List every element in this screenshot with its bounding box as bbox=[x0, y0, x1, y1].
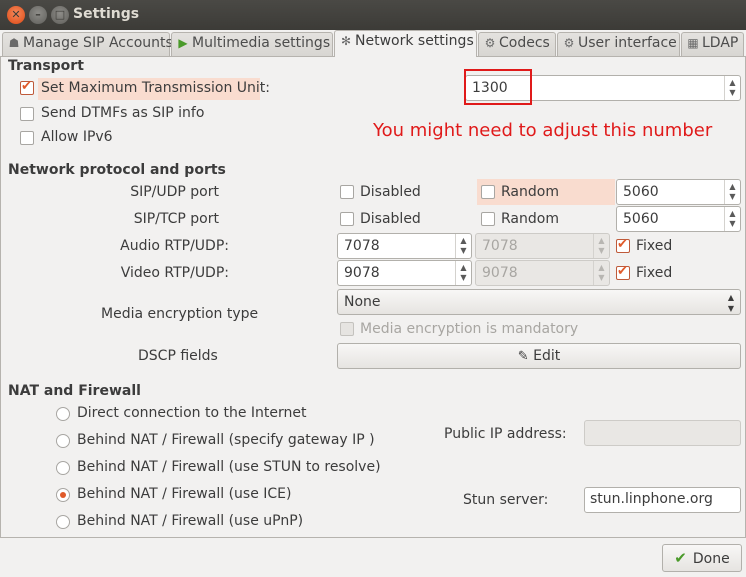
nat-option-stun-radio[interactable] bbox=[56, 461, 70, 475]
maximize-icon[interactable]: □ bbox=[51, 6, 69, 24]
tab-network-settings[interactable]: ✻ Network settings bbox=[334, 30, 477, 57]
tab-codecs[interactable]: ⚙ Codecs bbox=[478, 32, 556, 56]
nat-option-direct-label: Direct connection to the Internet bbox=[77, 405, 307, 421]
spin-arrows-icon: ▲ ▼ bbox=[593, 261, 609, 285]
sip-tcp-disabled-checkbox[interactable] bbox=[340, 212, 354, 226]
tab-manage-sip-accounts[interactable]: ☗ Manage SIP Accounts bbox=[2, 32, 173, 56]
gear-icon: ⚙ bbox=[563, 36, 575, 50]
mtu-checkbox[interactable] bbox=[20, 79, 34, 95]
media-encryption-mandatory-label: Media encryption is mandatory bbox=[360, 321, 579, 337]
nat-option-direct-radio[interactable] bbox=[56, 407, 70, 421]
tab-bar: ☗ Manage SIP Accounts ▶ Multimedia setting… bbox=[0, 30, 746, 57]
public-ip-label: Public IP address: bbox=[444, 426, 567, 442]
spin-arrows-icon[interactable]: ▲ ▼ bbox=[455, 234, 471, 258]
done-button[interactable]: ✔ Done bbox=[662, 544, 742, 572]
media-encryption-select[interactable]: None ▲ ▼ bbox=[337, 289, 741, 315]
media-encryption-label: Media encryption type bbox=[101, 306, 259, 322]
sip-tcp-disabled-label: Disabled bbox=[360, 211, 421, 227]
spin-arrows-icon[interactable]: ▲ ▼ bbox=[724, 76, 740, 100]
pencil-icon: ✎ bbox=[517, 349, 529, 364]
sip-tcp-port-input[interactable]: 5060 ▲ ▼ bbox=[616, 206, 741, 232]
mtu-annotation-box bbox=[464, 69, 532, 105]
sip-tcp-port-value: 5060 bbox=[623, 211, 659, 227]
network-settings-panel: Transport Set Maximum Transmission Unit:… bbox=[0, 56, 746, 538]
dtmf-checkbox[interactable] bbox=[20, 107, 34, 121]
sip-tcp-random-checkbox[interactable] bbox=[481, 212, 495, 226]
media-encryption-mandatory-checkbox bbox=[340, 322, 354, 336]
sip-tcp-label: SIP/TCP port bbox=[133, 211, 219, 227]
nat-option-upnp-label: Behind NAT / Firewall (use uPnP) bbox=[77, 513, 304, 529]
sip-udp-disabled-label: Disabled bbox=[360, 184, 421, 200]
window-title: Settings bbox=[73, 6, 140, 22]
sip-udp-port-input[interactable]: 5060 ▲ ▼ bbox=[616, 179, 741, 205]
spin-arrows-icon: ▲ ▼ bbox=[593, 234, 609, 258]
network-heading: Network protocol and ports bbox=[8, 162, 226, 178]
video-rtp-min-value: 9078 bbox=[344, 265, 380, 281]
ipv6-checkbox[interactable] bbox=[20, 131, 34, 145]
tab-ldap[interactable]: ▦ LDAP bbox=[681, 32, 744, 56]
play-icon: ▶ bbox=[178, 36, 188, 50]
stun-server-input[interactable]: stun.linphone.org bbox=[584, 487, 741, 513]
nat-option-ice-label: Behind NAT / Firewall (use ICE) bbox=[77, 486, 292, 502]
tab-label: User interface bbox=[578, 35, 677, 51]
nat-option-stun-label: Behind NAT / Firewall (use STUN to resol… bbox=[77, 459, 381, 475]
spin-arrows-icon[interactable]: ▲ ▼ bbox=[724, 207, 740, 231]
audio-rtp-max-input: 7078 ▲ ▼ bbox=[475, 233, 610, 259]
public-ip-input bbox=[584, 420, 741, 446]
nat-option-gateway-radio[interactable] bbox=[56, 434, 70, 448]
ipv6-label: Allow IPv6 bbox=[41, 129, 113, 145]
mtu-label: Set Maximum Transmission Unit: bbox=[41, 80, 270, 96]
dropdown-arrows-icon: ▲ ▼ bbox=[727, 293, 734, 313]
video-rtp-min-input[interactable]: 9078 ▲ ▼ bbox=[337, 260, 472, 286]
stun-server-label: Stun server: bbox=[463, 492, 549, 508]
title-bar: ✕ – □ Settings bbox=[0, 0, 746, 30]
audio-rtp-fixed-checkbox[interactable] bbox=[616, 237, 630, 253]
video-rtp-fixed-checkbox[interactable] bbox=[616, 264, 630, 280]
accounts-icon: ☗ bbox=[8, 36, 20, 50]
audio-rtp-label: Audio RTP/UDP: bbox=[120, 238, 229, 254]
audio-rtp-max-value: 7078 bbox=[482, 238, 518, 254]
tab-label: Codecs bbox=[499, 35, 550, 51]
sip-udp-random-label: Random bbox=[501, 184, 559, 200]
ldap-icon: ▦ bbox=[687, 36, 699, 50]
nat-heading: NAT and Firewall bbox=[8, 383, 141, 399]
nat-option-ice-radio[interactable] bbox=[56, 488, 70, 502]
checkmark-icon: ✔ bbox=[674, 549, 687, 567]
dtmf-label: Send DTMFs as SIP info bbox=[41, 105, 205, 121]
dscp-edit-button[interactable]: ✎ Edit bbox=[337, 343, 741, 369]
media-encryption-value: None bbox=[344, 294, 381, 310]
sip-tcp-random-label: Random bbox=[501, 211, 559, 227]
video-rtp-fixed-label: Fixed bbox=[636, 265, 673, 281]
audio-rtp-fixed-label: Fixed bbox=[636, 238, 673, 254]
minimize-icon[interactable]: – bbox=[29, 6, 47, 24]
tab-label: LDAP bbox=[702, 35, 739, 51]
audio-rtp-min-value: 7078 bbox=[344, 238, 380, 254]
nat-option-gateway-label: Behind NAT / Firewall (specify gateway I… bbox=[77, 432, 375, 448]
sip-udp-label: SIP/UDP port bbox=[130, 184, 219, 200]
mtu-annotation-text: You might need to adjust this number bbox=[373, 120, 713, 141]
video-rtp-max-value: 9078 bbox=[482, 265, 518, 281]
audio-rtp-min-input[interactable]: 7078 ▲ ▼ bbox=[337, 233, 472, 259]
codecs-icon: ⚙ bbox=[484, 36, 496, 50]
tab-label: Multimedia settings bbox=[192, 35, 331, 51]
tab-label: Network settings bbox=[355, 33, 474, 49]
done-label: Done bbox=[692, 551, 730, 567]
spin-arrows-icon[interactable]: ▲ ▼ bbox=[724, 180, 740, 204]
spin-arrows-icon[interactable]: ▲ ▼ bbox=[455, 261, 471, 285]
video-rtp-max-input: 9078 ▲ ▼ bbox=[475, 260, 610, 286]
video-rtp-label: Video RTP/UDP: bbox=[120, 265, 229, 281]
sip-udp-disabled-checkbox[interactable] bbox=[340, 185, 354, 199]
tab-label: Manage SIP Accounts bbox=[23, 35, 173, 51]
transport-heading: Transport bbox=[8, 58, 84, 74]
dscp-label: DSCP fields bbox=[138, 348, 218, 364]
network-icon: ✻ bbox=[340, 34, 352, 48]
sip-udp-random-checkbox[interactable] bbox=[481, 185, 495, 199]
stun-server-value: stun.linphone.org bbox=[590, 491, 713, 507]
close-icon[interactable]: ✕ bbox=[7, 6, 25, 24]
dscp-edit-label: Edit bbox=[533, 348, 561, 364]
nat-option-upnp-radio[interactable] bbox=[56, 515, 70, 529]
sip-udp-port-value: 5060 bbox=[623, 184, 659, 200]
tab-multimedia-settings[interactable]: ▶ Multimedia settings bbox=[171, 32, 333, 56]
tab-user-interface[interactable]: ⚙ User interface bbox=[557, 32, 680, 56]
